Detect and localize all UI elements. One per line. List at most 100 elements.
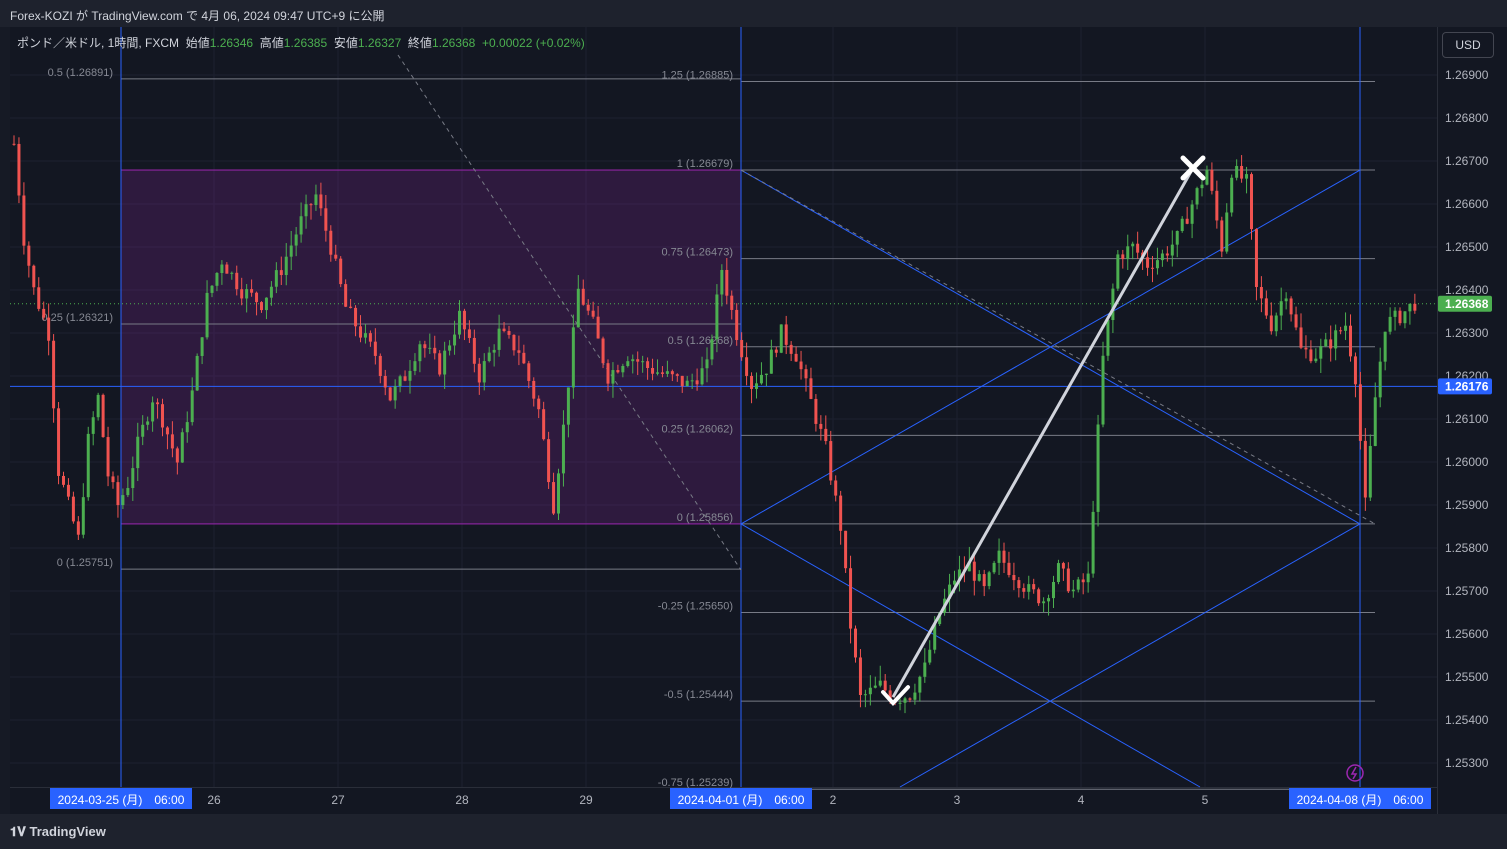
candle-body [250, 289, 254, 293]
candle-body [1205, 169, 1209, 185]
candle-body [1215, 190, 1219, 221]
candle-body [720, 269, 724, 295]
candle-body [992, 562, 996, 573]
candle-body [428, 347, 432, 349]
candle-body [1155, 260, 1159, 269]
candle-body [626, 361, 630, 367]
candle-body [759, 374, 763, 384]
candle-body [631, 359, 635, 362]
candle-body [1294, 314, 1298, 328]
price-tick: 1.26000 [1445, 455, 1489, 469]
time-tick: 26 [207, 793, 221, 807]
candle-body [1259, 287, 1263, 299]
fib-right-label: 0.75 (1.26473) [661, 247, 733, 259]
candle-body [1373, 397, 1377, 446]
candle-body [101, 394, 105, 438]
candle-body [215, 273, 219, 286]
candle-body [264, 297, 268, 311]
candle-body [715, 294, 719, 340]
candle-body [745, 357, 749, 376]
candle-body [354, 307, 358, 327]
candle-body [581, 288, 585, 305]
candle-body [972, 561, 976, 581]
candle-body [111, 476, 115, 483]
candle-body [1368, 445, 1372, 498]
candle-body [824, 428, 828, 442]
candle-body [1245, 174, 1249, 179]
candle-body [913, 692, 917, 700]
candle-body [997, 550, 1001, 563]
currency-button[interactable]: USD [1442, 32, 1494, 58]
fib-right-label: 0.5 (1.26268) [668, 335, 733, 347]
candle-body [557, 473, 560, 514]
candle-body [522, 352, 526, 364]
candle-body [1309, 349, 1313, 362]
time-highlight-label: 2024-04-01 (月) 06:00 [678, 793, 805, 807]
candle-body [1319, 346, 1323, 359]
candle-body [987, 572, 991, 587]
candle-body [472, 337, 476, 364]
candle-body [814, 398, 818, 424]
candle-body [289, 245, 293, 257]
last-price-label: 1.26368 [1445, 297, 1489, 311]
candle-body [200, 337, 204, 356]
price-tick: 1.26800 [1445, 111, 1489, 125]
price-tick: 1.25300 [1445, 756, 1489, 770]
candle-body [344, 284, 348, 307]
candle-body [1116, 254, 1120, 289]
candle-body [1126, 246, 1130, 259]
candle-body [1225, 212, 1229, 252]
candle-body [1136, 243, 1140, 253]
footer: 𝟏𝐕 TradingView [0, 814, 1507, 849]
candle-body [844, 530, 848, 569]
candle-body [1076, 579, 1080, 590]
candle-body [1086, 573, 1090, 583]
price-tick: 1.26300 [1445, 326, 1489, 340]
candle-body [883, 680, 887, 691]
candle-body [86, 433, 90, 498]
candle-body [260, 302, 263, 311]
candle-body [1047, 598, 1051, 602]
candle-body [1007, 562, 1011, 576]
candle-body [1324, 339, 1328, 347]
candle-body [527, 363, 531, 381]
candle-body [656, 372, 659, 374]
candle-body [665, 371, 669, 374]
candle-body [903, 698, 907, 703]
fib-left-label: 0 (1.25751) [57, 557, 113, 569]
candle-body [1121, 254, 1125, 259]
candle-body [537, 398, 541, 410]
candle-body [804, 369, 808, 379]
candle-body [225, 264, 229, 274]
price-tick: 1.25800 [1445, 541, 1489, 555]
candle-body [1398, 310, 1402, 324]
candle-body [705, 359, 709, 369]
candle-body [730, 295, 734, 310]
candle-body [12, 143, 16, 145]
candle-body [616, 370, 620, 373]
chart-canvas[interactable]: 0.5 (1.26891) 0.25 (1.26321) 0 (1.25751) 1.… [0, 0, 1507, 849]
candle-body [37, 287, 41, 309]
candle-body [368, 333, 372, 342]
candle-body [462, 310, 466, 330]
candle-body [552, 482, 556, 514]
candle-body [1017, 580, 1021, 589]
candle-body [502, 328, 506, 332]
candle-body [52, 340, 56, 409]
candle-body [576, 288, 580, 328]
candle-body [1061, 563, 1065, 569]
candle-body [349, 306, 353, 308]
candle-body [725, 269, 729, 296]
candle-body [839, 495, 843, 531]
candle-body [680, 375, 684, 387]
candle-body [789, 344, 793, 354]
candle-body [255, 292, 259, 303]
candle-body [136, 436, 140, 469]
time-tick: 2 [830, 793, 837, 807]
candle-body [918, 676, 922, 693]
candle-body [1378, 361, 1382, 398]
fib-right-label: -0.25 (1.25650) [658, 601, 733, 613]
candle-body [433, 347, 437, 354]
candle-body [1314, 358, 1318, 362]
candle-body [1056, 563, 1060, 583]
